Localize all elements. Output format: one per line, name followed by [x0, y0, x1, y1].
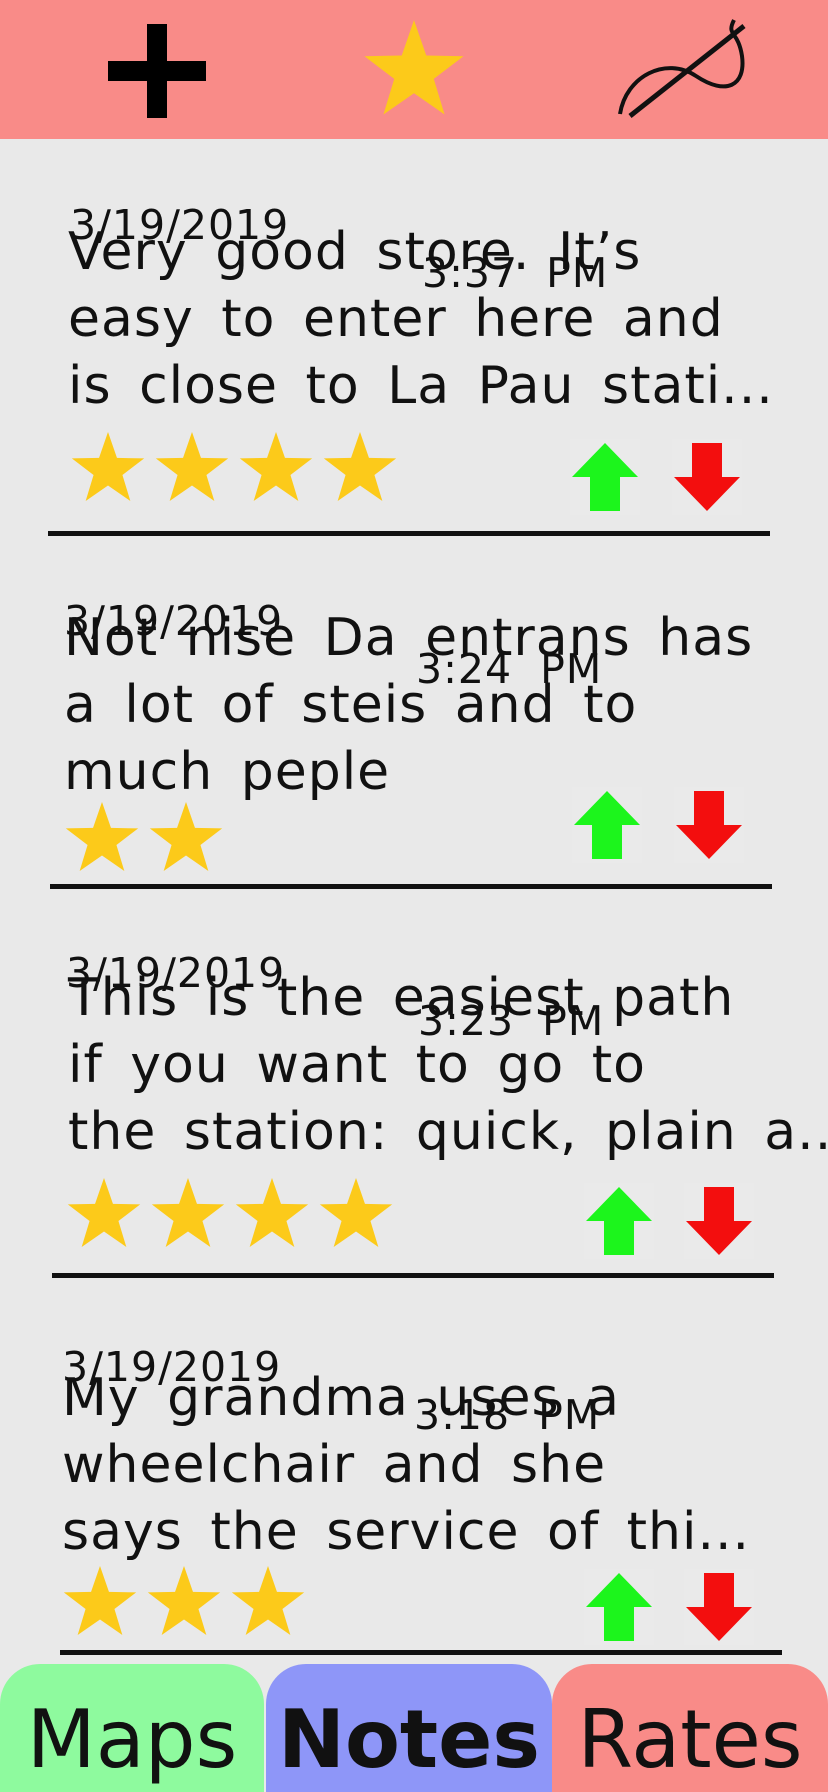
review-text: This is the easiest path if you want to … — [68, 965, 828, 1166]
review-text-line: a lot of steis and to — [64, 675, 638, 735]
star-rating — [64, 799, 224, 875]
star-icon — [364, 20, 464, 115]
tab-notes-label: Notes — [277, 1693, 541, 1786]
bottom-tab-bar: Maps Notes Rates — [0, 1664, 828, 1792]
review-card: 3/19/2019 3:18 PM My grandma uses a whee… — [0, 1279, 828, 1664]
rating-star-icon — [151, 1178, 225, 1247]
review-text: Very good store. It’s easy to enter here… — [68, 219, 774, 420]
divider — [60, 1650, 782, 1655]
route-curve-icon — [618, 19, 746, 118]
downvote-button[interactable] — [684, 1183, 754, 1259]
review-card: 3/19/2019 3:23 PM This is the easiest pa… — [0, 889, 828, 1279]
review-text-line: the station: quick, plain a... — [68, 1102, 828, 1162]
route-button[interactable] — [616, 16, 750, 120]
review-text-line: says the service of thi... — [62, 1502, 751, 1562]
review-text-line: is close to La Pau stati... — [68, 356, 774, 416]
star-rating — [62, 1563, 306, 1639]
rating-star-icon — [65, 802, 139, 871]
rating-star-icon — [149, 802, 223, 871]
rating-star-icon — [239, 432, 313, 501]
arrow-up-icon — [574, 791, 640, 859]
review-text-line: This is the easiest path — [68, 968, 735, 1028]
review-card: 3/19/2019 3:24 PM Not nise Da entrans ha… — [0, 539, 828, 889]
rating-star-icon — [67, 1178, 141, 1247]
rating-star-icon — [63, 1566, 137, 1635]
arrow-up-icon — [586, 1187, 652, 1255]
upvote-button[interactable] — [584, 1183, 654, 1259]
rating-star-icon — [235, 1178, 309, 1247]
arrow-down-icon — [686, 1187, 752, 1255]
review-card: 3/19/2019 3:37 PM Very good store. It’s … — [0, 139, 828, 539]
review-text-line: easy to enter here and — [68, 289, 724, 349]
upvote-button[interactable] — [572, 787, 642, 863]
tab-rates-label: Rates — [577, 1693, 803, 1786]
plus-icon — [108, 24, 206, 118]
review-text-line: Very good store. It’s — [68, 222, 642, 282]
upvote-button[interactable] — [570, 439, 640, 515]
arrow-down-icon — [674, 443, 740, 511]
arrow-up-icon — [586, 1573, 652, 1641]
rating-star-icon — [319, 1178, 393, 1247]
downvote-button[interactable] — [674, 787, 744, 863]
divider — [48, 531, 770, 536]
review-text-line: My grandma uses a — [62, 1368, 620, 1428]
review-text: My grandma uses a wheelchair and she say… — [62, 1365, 750, 1566]
review-text-line: if you want to go to — [68, 1035, 646, 1095]
downvote-button[interactable] — [684, 1569, 754, 1645]
upvote-button[interactable] — [584, 1569, 654, 1645]
favorites-button[interactable] — [362, 18, 466, 118]
arrow-up-icon — [572, 443, 638, 511]
tab-maps[interactable]: Maps — [0, 1664, 264, 1792]
arrow-down-icon — [676, 791, 742, 859]
arrow-down-icon — [686, 1573, 752, 1641]
review-text-line: Not nise Da entrans has — [64, 608, 754, 668]
rating-star-icon — [155, 432, 229, 501]
top-toolbar — [0, 0, 828, 139]
review-text-line: wheelchair and she — [62, 1435, 607, 1495]
tab-rates[interactable]: Rates — [552, 1664, 828, 1792]
tab-notes[interactable]: Notes — [266, 1664, 552, 1792]
downvote-button[interactable] — [672, 439, 742, 515]
divider — [52, 1273, 774, 1278]
rating-star-icon — [147, 1566, 221, 1635]
tab-maps-label: Maps — [26, 1693, 238, 1786]
add-note-button[interactable] — [108, 24, 206, 118]
review-text: Not nise Da entrans has a lot of steis a… — [64, 605, 753, 806]
review-text-line: much peple — [64, 742, 391, 802]
rating-star-icon — [323, 432, 397, 501]
star-rating — [70, 429, 398, 505]
rating-star-icon — [71, 432, 145, 501]
rating-star-icon — [231, 1566, 305, 1635]
star-rating — [66, 1175, 394, 1251]
